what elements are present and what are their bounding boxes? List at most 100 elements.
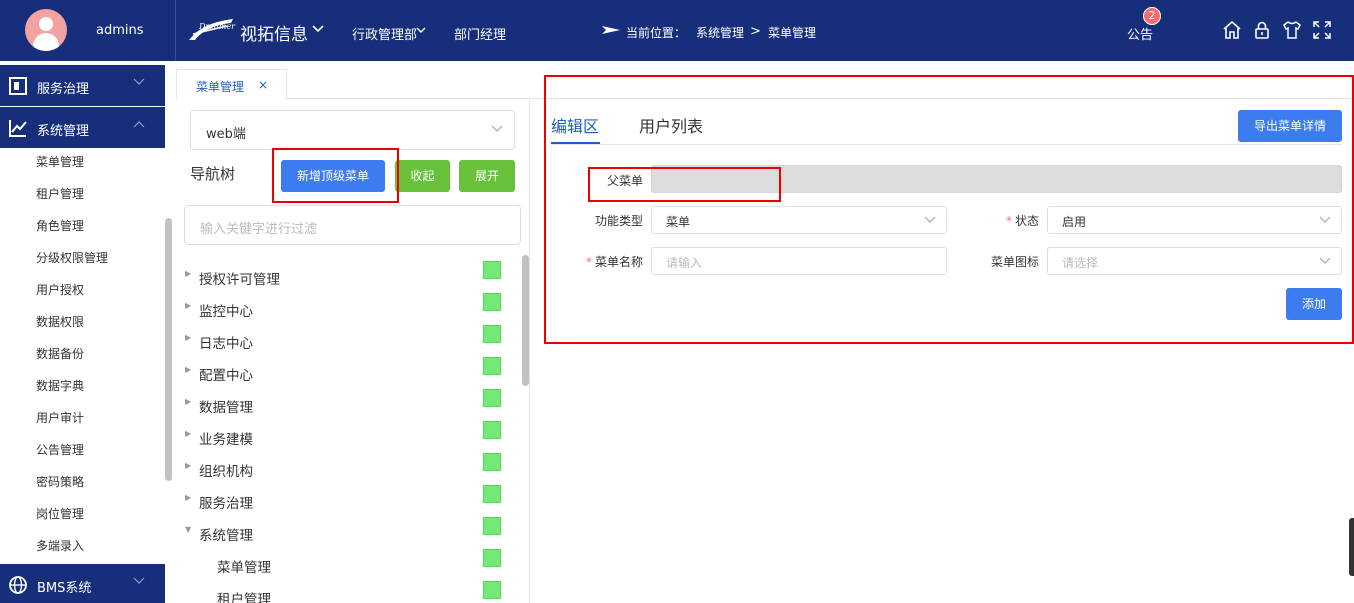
home-icon[interactable]	[1222, 20, 1242, 40]
fullscreen-icon[interactable]	[1312, 20, 1332, 40]
sidebar-group-bms[interactable]: BMS系统	[0, 564, 165, 603]
node-checkbox[interactable]	[483, 325, 501, 343]
paper-plane-icon	[602, 26, 620, 34]
sidebar-scrollbar[interactable]	[165, 218, 172, 481]
tree-node-label: 授权许可管理	[199, 272, 280, 288]
tree-node[interactable]: ▶ 监控中心	[176, 293, 526, 326]
caret-right-icon[interactable]: ▶	[185, 333, 191, 342]
app-title[interactable]: 视拓信息	[240, 20, 308, 45]
sidebar: 服务治理 系统管理 菜单管理 租户管理 角色管理 分级权限管理 用户授权 数据权…	[0, 61, 165, 603]
node-checkbox[interactable]	[483, 517, 501, 535]
caret-right-icon[interactable]: ▶	[185, 269, 191, 278]
nav-department[interactable]: 行政管理部	[352, 24, 417, 43]
sidebar-item-role[interactable]: 角色管理	[36, 217, 84, 234]
expand-button[interactable]: 展开	[459, 160, 515, 192]
tree-node[interactable]: ▶ 组织机构	[176, 453, 526, 486]
sidebar-item-user-audit[interactable]: 用户审计	[36, 409, 84, 426]
tree-node-label: 系统管理	[199, 528, 253, 544]
chevron-down-icon[interactable]	[312, 25, 324, 33]
sidebar-item-tenant[interactable]: 租户管理	[36, 185, 84, 202]
sidebar-item-notice[interactable]: 公告管理	[36, 441, 84, 458]
svg-text:Dreamer: Dreamer	[198, 22, 236, 31]
platform-select[interactable]: web端	[190, 110, 515, 150]
sidebar-group-system[interactable]: 系统管理	[0, 107, 165, 148]
platform-select-value: web端	[206, 127, 246, 142]
chevron-up-icon	[133, 121, 145, 128]
caret-right-icon[interactable]: ▶	[185, 493, 191, 502]
tree-node[interactable]: ▶ 业务建模	[176, 421, 526, 454]
tree-node-label: 配置中心	[199, 368, 253, 384]
nav-role[interactable]: 部门经理	[454, 24, 506, 43]
tree-node[interactable]: ▶ 数据管理	[176, 389, 526, 422]
company-logo-icon: Dreamer	[189, 19, 236, 40]
node-checkbox[interactable]	[483, 549, 501, 567]
highlight-box	[588, 167, 781, 202]
node-checkbox[interactable]	[483, 261, 501, 279]
tree-scrollbar[interactable]	[522, 255, 529, 386]
tree-node-label: 数据管理	[199, 400, 253, 416]
node-checkbox[interactable]	[483, 293, 501, 311]
document-icon	[9, 77, 27, 95]
tree-node-label: 服务治理	[199, 496, 253, 512]
sidebar-item-multi-entry[interactable]: 多端录入	[36, 537, 84, 554]
collapse-button[interactable]: 收起	[395, 160, 450, 192]
sidebar-item-post[interactable]: 岗位管理	[36, 505, 84, 522]
breadcrumb-item-menu: 菜单管理	[768, 26, 817, 40]
shirt-icon[interactable]	[1282, 20, 1302, 40]
line-chart-icon	[9, 120, 27, 137]
caret-right-icon[interactable]: ▶	[185, 461, 191, 470]
sidebar-item-data-backup[interactable]: 数据备份	[36, 345, 84, 362]
globe-icon	[9, 576, 27, 594]
caret-down-icon[interactable]: ▼	[185, 525, 191, 534]
sidebar-item-tiered-permission[interactable]: 分级权限管理	[36, 249, 108, 266]
node-checkbox[interactable]	[483, 357, 501, 375]
tree-node-label: 菜单管理	[217, 560, 271, 576]
tree-node[interactable]: ▶ 日志中心	[176, 325, 526, 358]
node-checkbox[interactable]	[483, 453, 501, 471]
node-checkbox[interactable]	[483, 421, 501, 439]
node-checkbox[interactable]	[483, 485, 501, 503]
sidebar-item-menu[interactable]: 菜单管理	[36, 153, 84, 170]
tab-menu-management[interactable]: 菜单管理 ×	[176, 69, 287, 100]
sidebar-group-service[interactable]: 服务治理	[0, 65, 165, 106]
tab-label: 菜单管理	[196, 80, 245, 94]
caret-right-icon[interactable]: ▶	[185, 429, 191, 438]
close-icon[interactable]: ×	[258, 78, 268, 92]
sidebar-item-data-dictionary[interactable]: 数据字典	[36, 377, 84, 394]
sidebar-item-user-auth[interactable]: 用户授权	[36, 281, 84, 298]
notice-badge: 2	[1143, 7, 1161, 25]
user-box: admins	[0, 0, 176, 61]
sidebar-group-label: BMS系统	[37, 581, 92, 596]
node-checkbox[interactable]	[483, 581, 501, 599]
highlight-box	[272, 148, 399, 203]
notice-link[interactable]: 公告	[1127, 24, 1153, 43]
node-checkbox[interactable]	[483, 389, 501, 407]
sidebar-item-password-policy[interactable]: 密码策略	[36, 473, 84, 490]
app-root: admins Dreamer 视拓信息 行政管理部 部门经理 当前位置： 系统管…	[0, 0, 1354, 603]
tree-node[interactable]: ▶ 服务治理	[176, 485, 526, 518]
tree-node[interactable]: ▼ 系统管理	[176, 517, 526, 550]
tree-node[interactable]: 菜单管理	[176, 549, 526, 582]
tree-node[interactable]: 租户管理	[176, 581, 526, 603]
breadcrumb-item-system[interactable]: 系统管理	[696, 24, 744, 41]
breadcrumb-separator: >	[750, 24, 761, 39]
highlight-box	[544, 75, 1354, 344]
avatar[interactable]	[25, 9, 67, 51]
chevron-down-icon[interactable]	[416, 27, 426, 34]
tree-node-label: 监控中心	[199, 304, 253, 320]
chevron-down-icon	[133, 78, 145, 85]
tree-node-label: 日志中心	[199, 336, 253, 352]
lock-icon[interactable]	[1252, 20, 1272, 40]
tree-node-label: 组织机构	[199, 464, 253, 480]
caret-right-icon[interactable]: ▶	[185, 365, 191, 374]
chevron-down-icon	[491, 125, 503, 132]
caret-right-icon[interactable]: ▶	[185, 397, 191, 406]
tree-node-label: 业务建模	[199, 432, 253, 448]
tree-node[interactable]: ▶ 配置中心	[176, 357, 526, 390]
side-handle[interactable]	[1349, 518, 1354, 576]
tree-filter-input[interactable]: 输入关键字进行过滤	[184, 205, 521, 245]
sidebar-item-data-permission[interactable]: 数据权限	[36, 313, 84, 330]
caret-right-icon[interactable]: ▶	[185, 301, 191, 310]
chevron-down-icon	[133, 577, 145, 584]
tree-node[interactable]: ▶ 授权许可管理	[176, 261, 526, 294]
